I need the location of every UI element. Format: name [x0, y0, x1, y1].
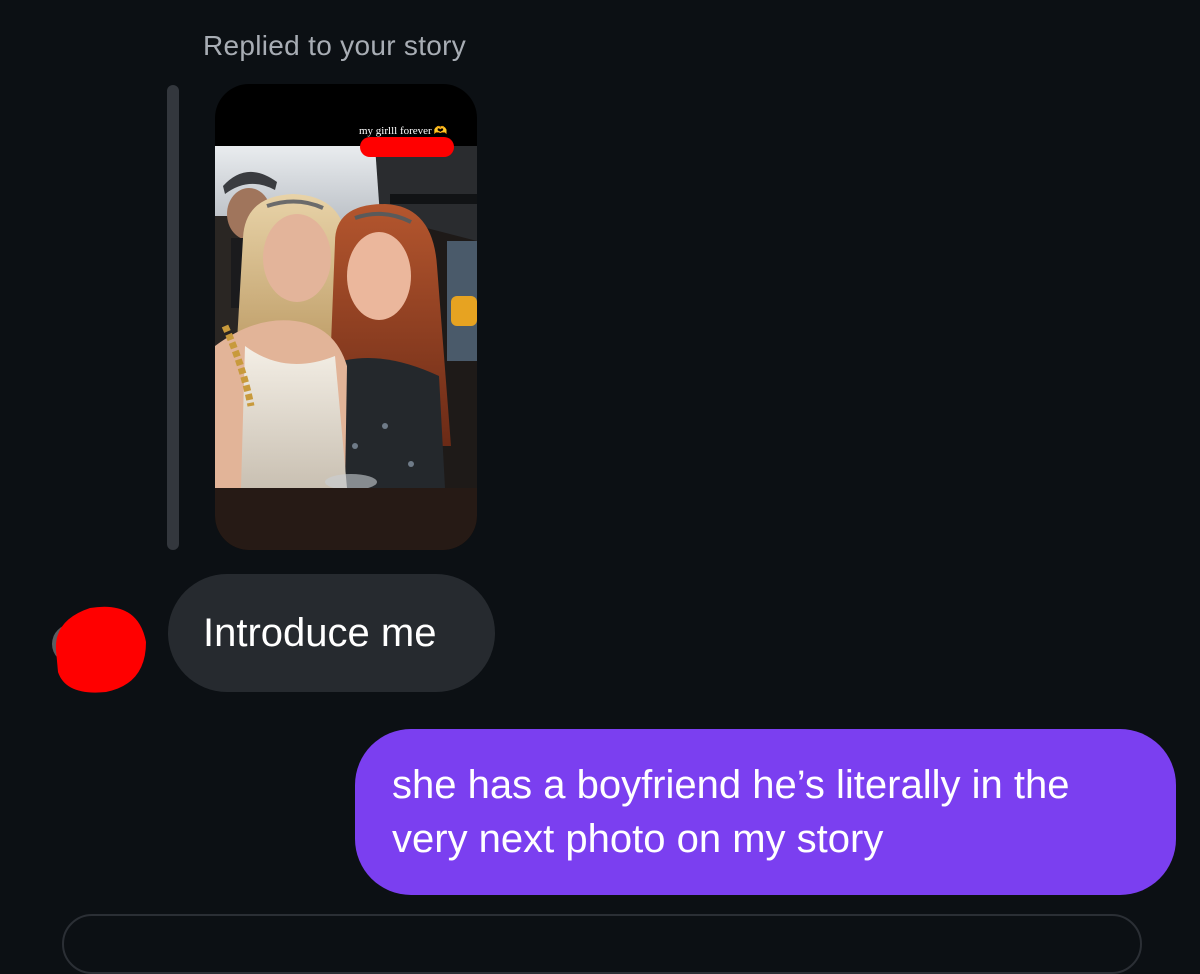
message-bubble-sent[interactable]: she has a boyfriend he’s literally in th…: [355, 729, 1176, 895]
redaction-mark: [360, 137, 454, 157]
heart-hands-icon: 🫶: [433, 125, 448, 137]
story-photo: [215, 146, 477, 488]
story-bottom-strip: [215, 488, 477, 550]
story-reply-label: Replied to your story: [203, 30, 467, 61]
story-caption: my girlll forever 🫶: [359, 125, 448, 137]
message-composer[interactable]: [62, 914, 1142, 974]
reply-indicator-bar: [167, 85, 179, 550]
message-text: Introduce me: [203, 610, 437, 655]
message-bubble-received[interactable]: Introduce me: [168, 574, 495, 692]
story-preview[interactable]: my girlll forever 🫶: [215, 84, 477, 550]
sender-avatar[interactable]: [46, 602, 146, 694]
message-text: she has a boyfriend he’s literally in th…: [392, 763, 1070, 861]
